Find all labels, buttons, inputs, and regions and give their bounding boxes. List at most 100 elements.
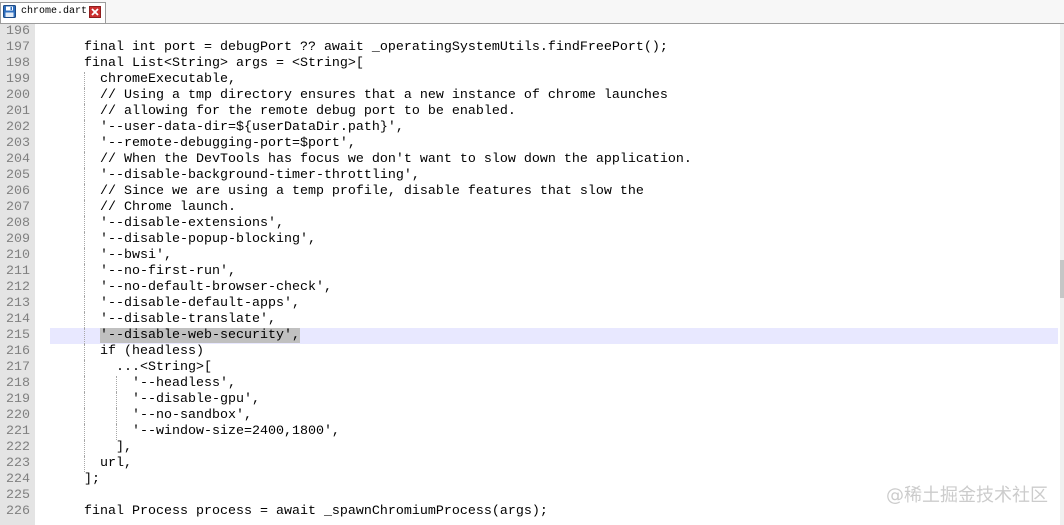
code-line[interactable]: final Process process = await _spawnChro… [50,504,1058,520]
code-line[interactable] [50,24,1058,40]
line-text: final Process process = await _spawnChro… [52,504,548,519]
line-number: 210 [6,248,30,263]
indent-guide [84,200,85,216]
line-text: // allowing for the remote debug port to… [52,104,516,119]
code-line[interactable]: '--disable-default-apps', [50,296,1058,312]
code-line[interactable]: // Chrome launch. [50,200,1058,216]
line-number: 206 [6,184,30,199]
indent-guide [84,88,85,104]
line-number: 208 [6,216,30,231]
indent-guide [84,392,85,408]
save-icon [3,5,16,18]
line-number: 218 [6,376,30,391]
code-line[interactable]: '--window-size=2400,1800', [50,424,1058,440]
line-number: 202 [6,120,30,135]
code-line[interactable]: final List<String> args = <String>[ [50,56,1058,72]
indent-guide [84,72,85,88]
close-icon[interactable] [89,6,101,18]
line-text: '--no-sandbox', [52,408,252,423]
line-text: '--bwsi', [52,248,172,263]
line-text: '--no-default-browser-check', [52,280,332,295]
indent-guide [84,296,85,312]
line-number-gutter: 196 197 198 199 200 201 202 203 204 205 206 207 208 2… [0,24,35,525]
line-text: // Since we are using a temp profile, di… [52,184,644,199]
fold-margin [35,24,50,525]
line-number: 224 [6,472,30,487]
line-number: 200 [6,88,30,103]
code-line[interactable]: '--headless', [50,376,1058,392]
line-text: ], [52,440,132,455]
code-line[interactable]: // Using a tmp directory ensures that a … [50,88,1058,104]
indent-guide [84,232,85,248]
indent-guide [116,424,117,440]
line-text: // Using a tmp directory ensures that a … [52,88,668,103]
code-line[interactable]: // When the DevTools has focus we don't … [50,152,1058,168]
selected-text: '--disable-web-security', [100,328,300,343]
code-line[interactable]: '--no-sandbox', [50,408,1058,424]
code-line[interactable]: '--disable-background-timer-throttling', [50,168,1058,184]
indent-guide [84,440,85,456]
line-text: '--disable-translate', [52,312,276,327]
code-line[interactable]: // allowing for the remote debug port to… [50,104,1058,120]
tab-chrome-dart[interactable]: chrome.dart [0,2,106,23]
line-text: final List<String> args = <String>[ [52,56,364,71]
code-line[interactable]: final int port = debugPort ?? await _ope… [50,40,1058,56]
indent-guide [84,456,85,472]
code-line[interactable]: '--disable-popup-blocking', [50,232,1058,248]
indent-guide [84,264,85,280]
code-line[interactable]: ], [50,440,1058,456]
line-text: '--no-first-run', [52,264,236,279]
indent-guide [84,424,85,440]
code-line[interactable]: '--no-default-browser-check', [50,280,1058,296]
indent-guide [84,184,85,200]
indent-guide [116,408,117,424]
line-text: '--user-data-dir=${userDataDir.path}', [52,120,404,135]
code-line[interactable]: '--disable-gpu', [50,392,1058,408]
indent-guide [84,248,85,264]
watermark: @稀土掘金技术社区 [886,485,1048,506]
code-line[interactable]: '--bwsi', [50,248,1058,264]
scrollbar-thumb[interactable] [1060,260,1064,298]
code-line[interactable]: ...<String>[ [50,360,1058,376]
line-text: '--disable-extensions', [52,216,284,231]
indent-guide [116,376,117,392]
code-editor[interactable]: final int port = debugPort ?? await _ope… [50,24,1058,525]
line-text: ...<String>[ [52,360,212,375]
line-number: 217 [6,360,30,375]
indent-guide [84,216,85,232]
indent-guide [84,168,85,184]
indent-guide [84,120,85,136]
line-number: 205 [6,168,30,183]
line-text: // When the DevTools has focus we don't … [52,152,692,167]
code-line[interactable]: '--disable-translate', [50,312,1058,328]
line-number: 209 [6,232,30,247]
line-number: 212 [6,280,30,295]
line-text: ]; [52,472,100,487]
code-line[interactable]: if (headless) [50,344,1058,360]
code-line[interactable]: '--user-data-dir=${userDataDir.path}', [50,120,1058,136]
indent-guide [84,280,85,296]
line-number: 219 [6,392,30,407]
line-text: '--headless', [52,376,236,391]
line-text: final int port = debugPort ?? await _ope… [52,40,668,55]
code-line[interactable]: // Since we are using a temp profile, di… [50,184,1058,200]
indent-guide [84,152,85,168]
line-number: 216 [6,344,30,359]
line-number: 201 [6,104,30,119]
indent-guide [84,104,85,120]
line-text [52,328,100,343]
indent-guide [116,392,117,408]
code-line[interactable]: '--remote-debugging-port=$port', [50,136,1058,152]
code-line[interactable]: chromeExecutable, [50,72,1058,88]
line-number: 213 [6,296,30,311]
code-line[interactable]: '--no-first-run', [50,264,1058,280]
line-number: 221 [6,424,30,439]
line-number: 226 [6,504,30,519]
line-number: 203 [6,136,30,151]
code-line[interactable]: '--disable-extensions', [50,216,1058,232]
current-code-line[interactable]: '--disable-web-security', [50,328,1058,344]
vertical-scrollbar[interactable] [1060,24,1064,525]
line-text: chromeExecutable, [52,72,236,87]
indent-guide [84,344,85,360]
code-line[interactable]: url, [50,456,1058,472]
